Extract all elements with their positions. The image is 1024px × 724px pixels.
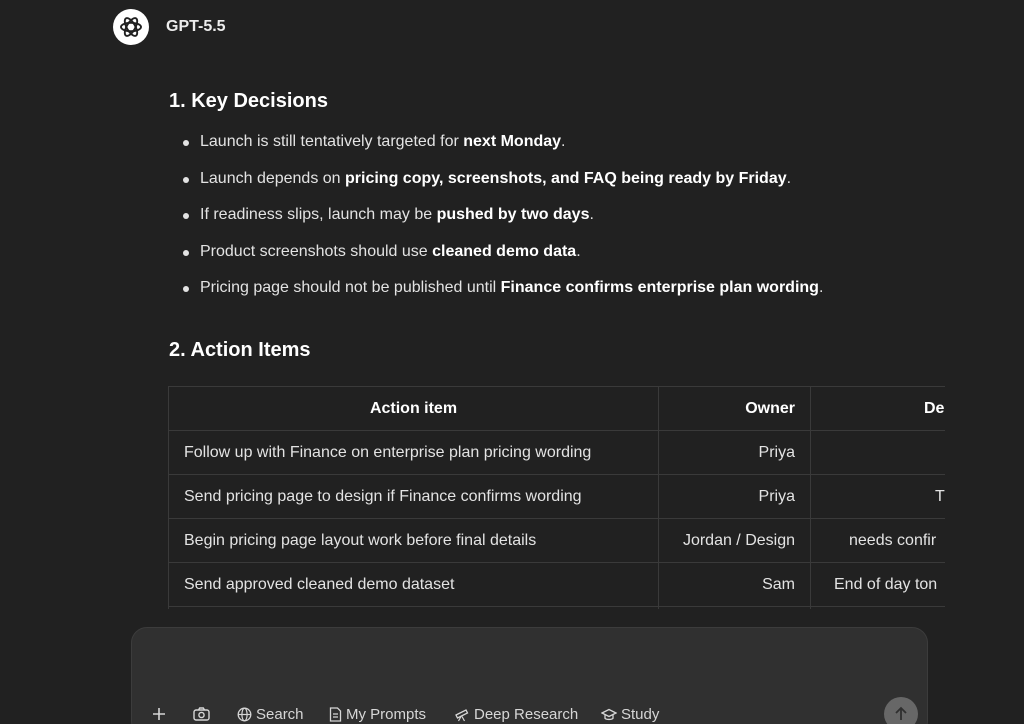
my-prompts-label: My Prompts <box>346 706 427 723</box>
list-item: Pricing page should not be published unt… <box>169 278 949 315</box>
action-items-table[interactable]: Action item Owner De Follow up with Fina… <box>168 386 945 609</box>
key-decisions-heading: 1. Key Decisions <box>169 90 328 112</box>
chat-header: GPT-5.5 <box>113 9 226 45</box>
table-cell: Follow up with Finance on enterprise pla… <box>168 430 659 475</box>
column-header-owner: Owner <box>658 386 811 431</box>
table-row: Send pricing page to design if Finance c… <box>168 474 945 519</box>
model-name[interactable]: GPT-5.5 <box>166 18 226 36</box>
plus-icon <box>152 707 166 721</box>
table-row: Send approved cleaned demo dataset Sam E… <box>168 562 945 607</box>
table-cell <box>658 606 811 609</box>
search-button[interactable]: Search <box>237 706 304 723</box>
table-cell: Sam <box>658 562 811 607</box>
list-item: Launch is still tentatively targeted for… <box>169 132 949 169</box>
table-row: Begin pricing page layout work before fi… <box>168 518 945 563</box>
column-header-deadline: De <box>810 386 945 431</box>
table-cell: Send pricing page to design if Finance c… <box>168 474 659 519</box>
study-label: Study <box>621 706 660 723</box>
list-item: Launch depends on pricing copy, screensh… <box>169 169 949 206</box>
document-icon <box>329 707 342 722</box>
decisions-list: Launch is still tentatively targeted for… <box>169 132 949 315</box>
study-button[interactable]: Study <box>601 706 659 723</box>
table-cell <box>810 606 945 609</box>
message-content: 1. Key Decisions Launch is still tentati… <box>169 86 949 365</box>
camera-icon <box>193 707 210 721</box>
arrow-up-icon <box>893 706 909 722</box>
list-item: Product screenshots should use cleaned d… <box>169 242 949 279</box>
camera-button[interactable] <box>193 707 214 721</box>
table-header-row: Action item Owner De <box>168 386 945 431</box>
table-row: Follow up with Finance on enterprise pla… <box>168 430 945 475</box>
table-cell: Th <box>810 474 945 519</box>
composer[interactable]: Search My Prompts Deep Research Study <box>131 627 928 724</box>
table-cell <box>810 430 945 475</box>
globe-icon <box>237 707 252 722</box>
search-label: Search <box>256 706 304 723</box>
deep-research-button[interactable]: Deep Research <box>454 706 578 723</box>
add-attachment-button[interactable] <box>152 707 170 721</box>
table-cell: Priya <box>658 474 811 519</box>
table-cell: Priya <box>658 430 811 475</box>
action-items-heading: 2. Action Items <box>169 338 311 361</box>
openai-logo-icon <box>113 9 149 45</box>
graduation-cap-icon <box>601 708 617 722</box>
list-item: If readiness slips, launch may be pushed… <box>169 205 949 242</box>
telescope-icon <box>454 707 470 722</box>
my-prompts-button[interactable]: My Prompts <box>329 706 426 723</box>
deep-research-label: Deep Research <box>474 706 579 723</box>
table-cell: Begin pricing page layout work before fi… <box>168 518 659 563</box>
column-header-action-item: Action item <box>168 386 659 431</box>
table-cell: Jordan / Design <box>658 518 811 563</box>
table-cell: End of day ton <box>810 562 945 607</box>
table-cell <box>168 606 659 609</box>
table-cell: needs confir <box>810 518 945 563</box>
table-row <box>168 606 945 609</box>
send-button[interactable] <box>884 697 918 724</box>
table-cell: Send approved cleaned demo dataset <box>168 562 659 607</box>
